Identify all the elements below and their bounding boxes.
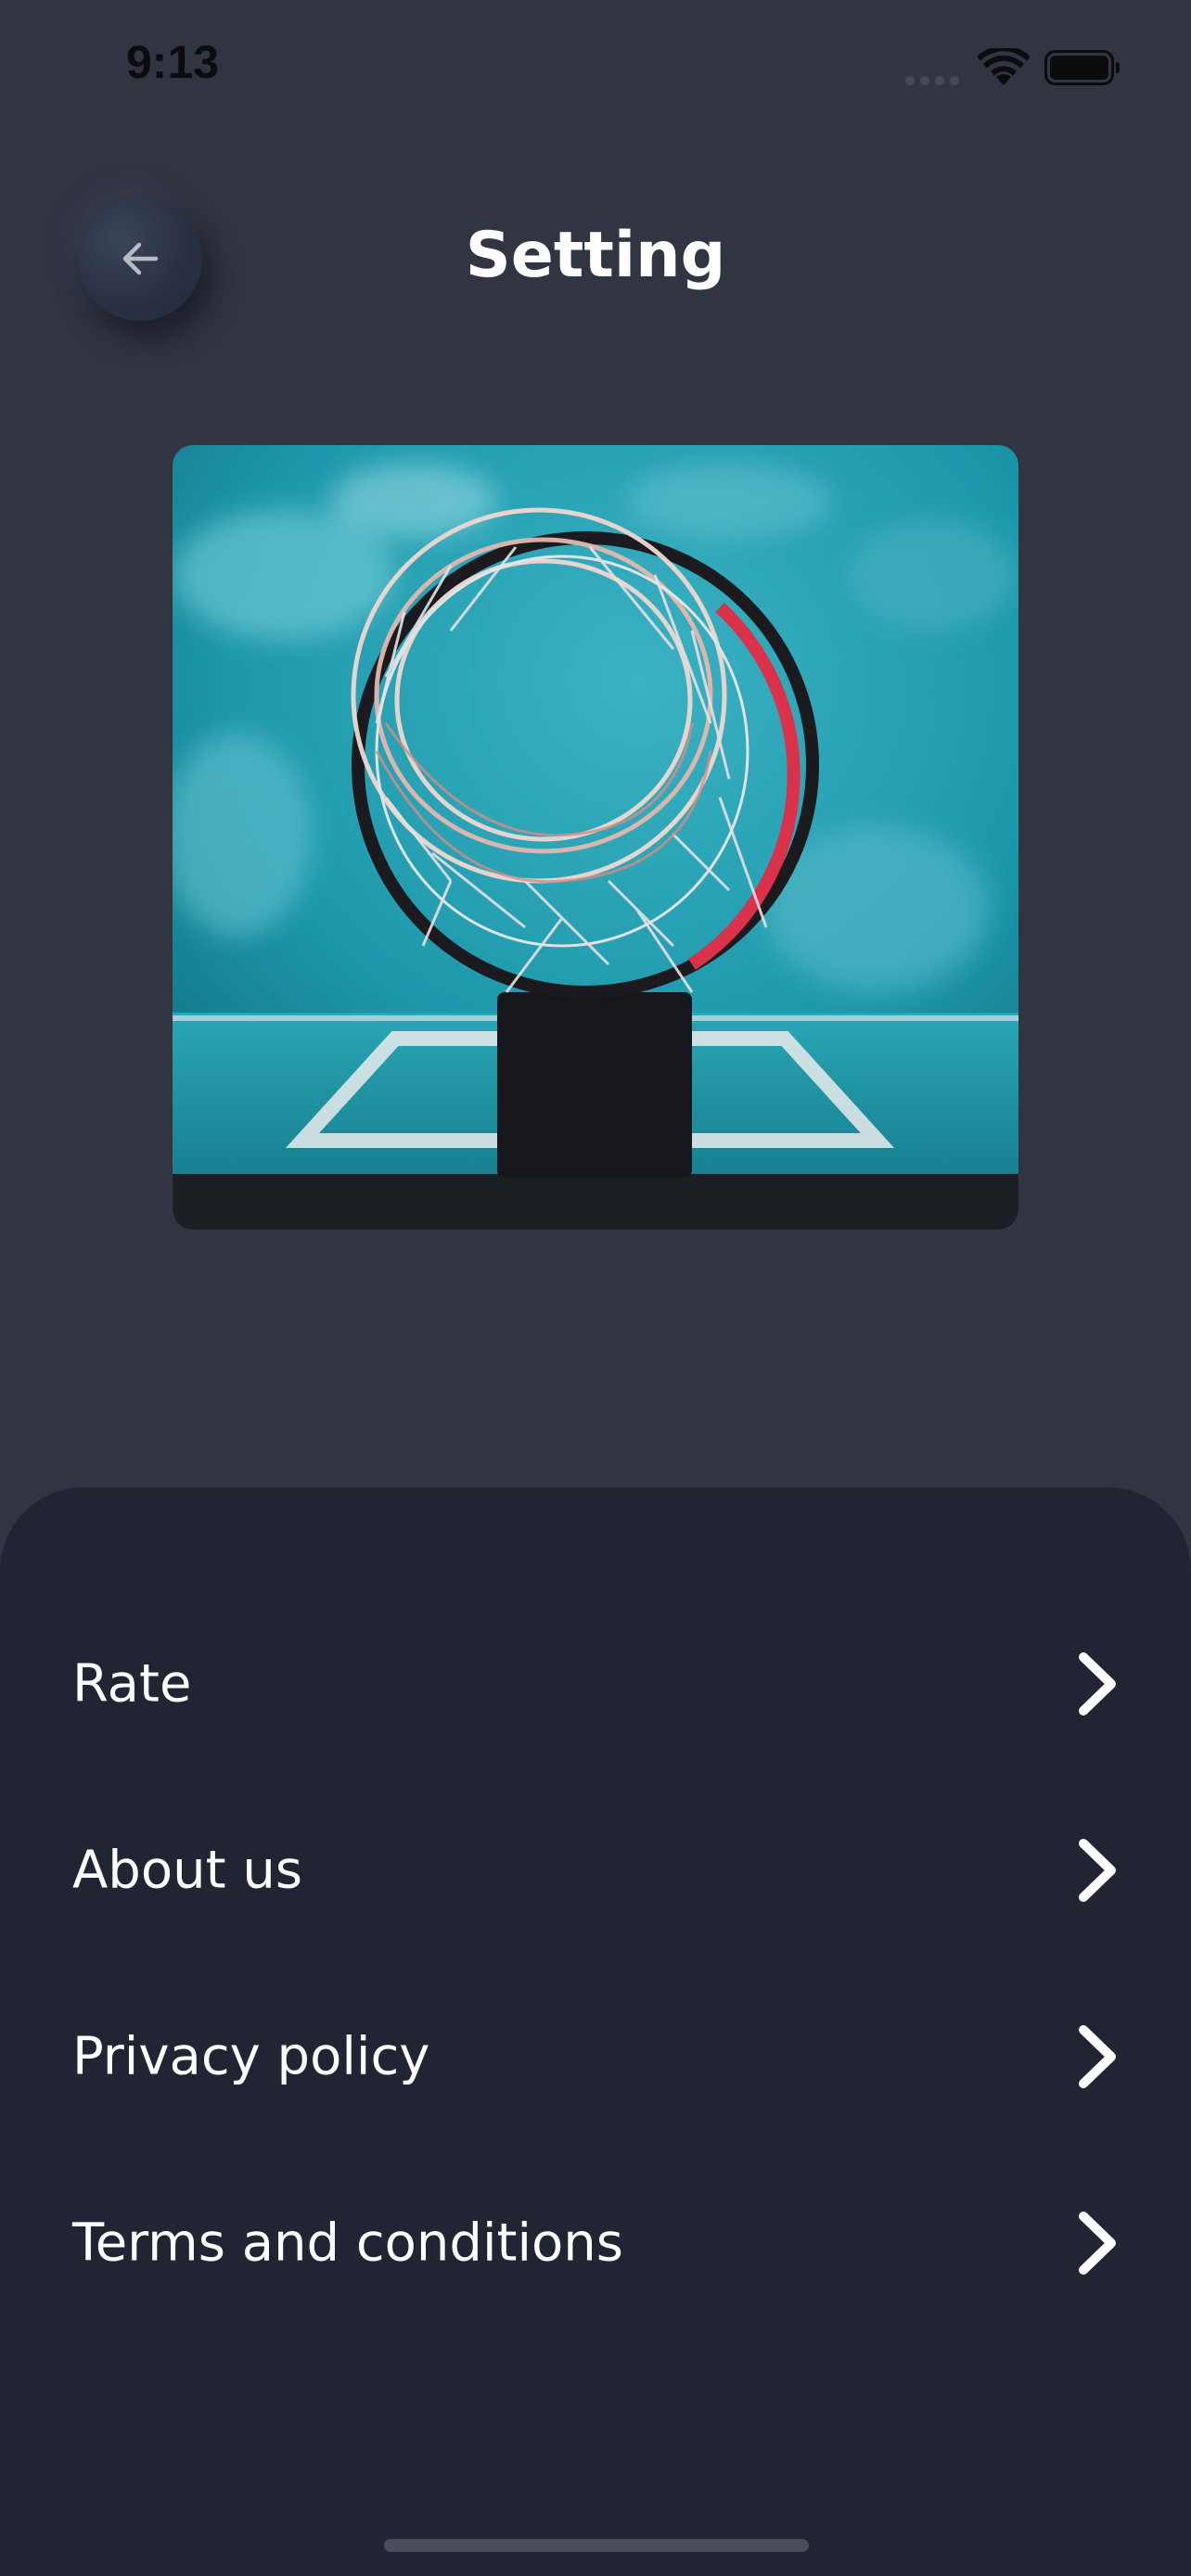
page-title: Setting: [465, 219, 726, 292]
settings-menu: Rate About us Privacy policy Terms and c…: [0, 1487, 1191, 2576]
menu-item-label: Privacy policy: [72, 2026, 430, 2087]
cellular-signal-icon: [905, 76, 963, 85]
menu-item-label: Rate: [72, 1653, 192, 1715]
menu-item-terms-and-conditions[interactable]: Terms and conditions: [0, 2169, 1191, 2317]
menu-item-label: About us: [72, 1840, 303, 1901]
menu-item-privacy-policy[interactable]: Privacy policy: [0, 1983, 1191, 2131]
basketball-hoop-image: [173, 445, 1018, 1230]
menu-item-rate[interactable]: Rate: [0, 1610, 1191, 1758]
battery-icon: [1044, 50, 1120, 85]
chevron-right-icon: [1079, 2025, 1116, 2088]
wifi-icon: [978, 48, 1030, 85]
chevron-right-icon: [1079, 1652, 1116, 1715]
status-time: 9:13: [126, 36, 220, 88]
menu-item-label: Terms and conditions: [72, 2213, 623, 2274]
home-indicator[interactable]: [384, 2539, 809, 2552]
chevron-right-icon: [1079, 2212, 1116, 2275]
chevron-right-icon: [1079, 1839, 1116, 1902]
status-bar: 9:13: [0, 0, 1191, 130]
menu-item-about-us[interactable]: About us: [0, 1796, 1191, 1945]
